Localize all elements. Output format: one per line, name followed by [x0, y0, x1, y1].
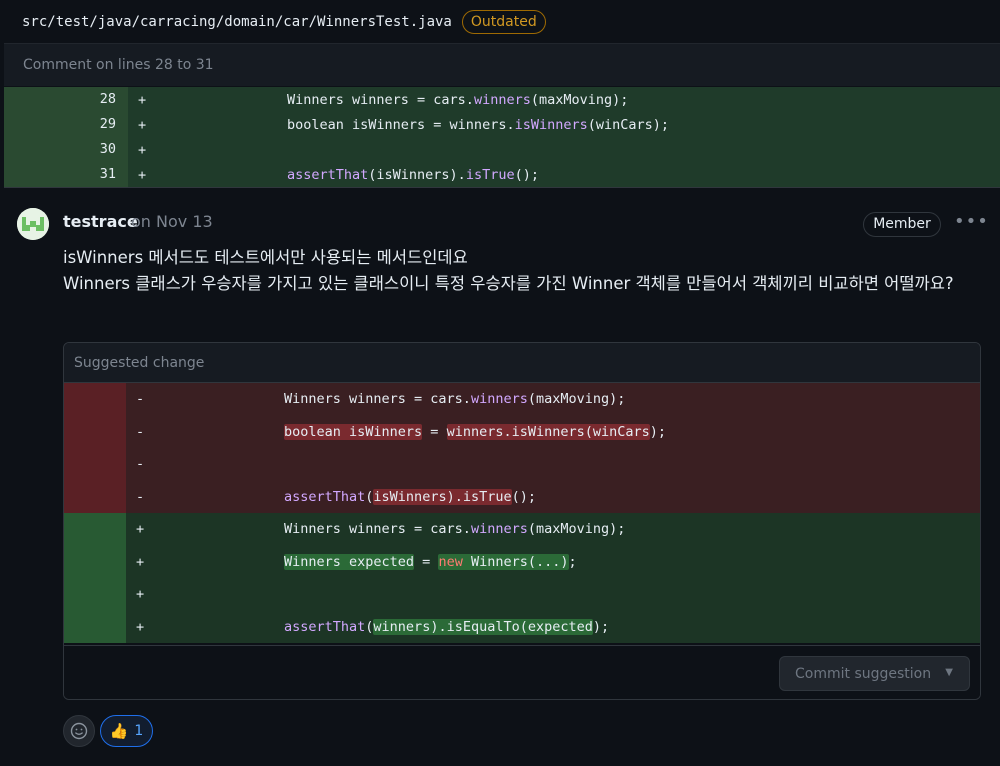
- diff-sign: +: [138, 116, 147, 133]
- comment-date[interactable]: on Nov 13: [131, 212, 213, 231]
- file-path[interactable]: src/test/java/carracing/domain/car/Winne…: [22, 14, 452, 30]
- code-text: assertThat(isWinners).isTrue();: [287, 166, 539, 183]
- code-text: assertThat(isWinners).isTrue();: [284, 488, 536, 505]
- gutter: [64, 480, 126, 513]
- removed-line: - boolean isWinners = winners.isWinners(…: [64, 415, 980, 448]
- added-line: + assertThat(winners).isEqualTo(expected…: [64, 610, 980, 643]
- diff-sign: -: [136, 488, 145, 505]
- diff-sign: +: [136, 586, 145, 603]
- diff-line: 29 + boolean isWinners = winners.isWinne…: [4, 112, 1000, 137]
- diff-sign: -: [136, 456, 145, 473]
- gutter: [64, 383, 126, 416]
- gutter: [64, 448, 126, 481]
- add-reaction-button[interactable]: [63, 715, 95, 747]
- more-options-icon[interactable]: •••: [954, 211, 988, 235]
- diff-sign: +: [138, 91, 147, 108]
- gutter: [64, 545, 126, 578]
- code-text: boolean isWinners = winners.isWinners(wi…: [287, 116, 670, 133]
- gutter: [64, 610, 126, 643]
- code-text: assertThat(winners).isEqualTo(expected);: [284, 618, 610, 635]
- removed-line: - assertThat(isWinners).isTrue();: [64, 480, 980, 513]
- reaction-count: 1: [134, 723, 144, 739]
- gutter: [64, 513, 126, 546]
- removed-line: - Winners winners = cars.winners(maxMovi…: [64, 383, 980, 416]
- thumbs-up-icon: 👍: [109, 722, 129, 740]
- code-text: Winners winners = cars.winners(maxMoving…: [284, 521, 626, 538]
- divider: [4, 187, 1000, 188]
- suggestion-header: Suggested change: [64, 343, 980, 383]
- thumbs-up-reaction[interactable]: 👍 1: [100, 715, 153, 747]
- smiley-icon: [70, 722, 88, 740]
- line-number[interactable]: 28: [4, 87, 128, 112]
- diff-sign: +: [136, 618, 145, 635]
- comment-author[interactable]: testrace: [63, 212, 138, 231]
- code-text: Winners expected = new Winners(...);: [284, 553, 577, 570]
- commit-suggestion-label: Commit suggestion: [795, 665, 932, 682]
- suggested-change: Suggested change - Winners winners = car…: [63, 342, 981, 700]
- line-number[interactable]: 29: [4, 112, 128, 137]
- gutter: [64, 578, 126, 611]
- diff-sign: +: [138, 166, 147, 183]
- comment-range-label: Comment on lines 28 to 31: [4, 44, 1000, 86]
- gutter: [64, 415, 126, 448]
- diff-line: 30 +: [4, 137, 1000, 162]
- diff-sign: +: [136, 553, 145, 570]
- code-text: boolean isWinners = winners.isWinners(wi…: [284, 423, 667, 440]
- diff-sign: -: [136, 391, 145, 408]
- diff-line: 31 + assertThat(isWinners).isTrue();: [4, 162, 1000, 187]
- member-badge: Member: [863, 212, 941, 237]
- commit-suggestion-button[interactable]: Commit suggestion ▼: [779, 656, 970, 691]
- diff-sign: -: [136, 423, 145, 440]
- added-line: + Winners expected = new Winners(...);: [64, 545, 980, 578]
- code-text: Winners winners = cars.winners(maxMoving…: [287, 91, 629, 108]
- triangle-down-icon[interactable]: ▼: [945, 667, 953, 678]
- line-number[interactable]: 30: [4, 137, 128, 162]
- avatar[interactable]: [17, 208, 49, 240]
- diff-sign: +: [136, 521, 145, 538]
- added-line: +: [64, 578, 980, 611]
- code-text: Winners winners = cars.winners(maxMoving…: [284, 391, 626, 408]
- comment-body-line: Winners 클래스가 우승자를 가지고 있는 클래스이니 특정 우승자를 가…: [63, 274, 954, 293]
- context-diff: 28 + Winners winners = cars.winners(maxM…: [4, 87, 1000, 187]
- file-header: src/test/java/carracing/domain/car/Winne…: [4, 0, 1000, 44]
- added-line: + Winners winners = cars.winners(maxMovi…: [64, 513, 980, 546]
- outdated-badge: Outdated: [461, 9, 546, 34]
- removed-line: -: [64, 448, 980, 481]
- diff-sign: +: [138, 141, 147, 158]
- suggestion-footer: Commit suggestion ▼: [64, 645, 980, 699]
- diff-line: 28 + Winners winners = cars.winners(maxM…: [4, 87, 1000, 112]
- comment-body: isWinners 메서드도 테스트에서만 사용되는 메서드인데요 Winner…: [63, 245, 978, 297]
- comment-body-line: isWinners 메서드도 테스트에서만 사용되는 메서드인데요: [63, 248, 468, 267]
- line-number[interactable]: 31: [4, 162, 128, 187]
